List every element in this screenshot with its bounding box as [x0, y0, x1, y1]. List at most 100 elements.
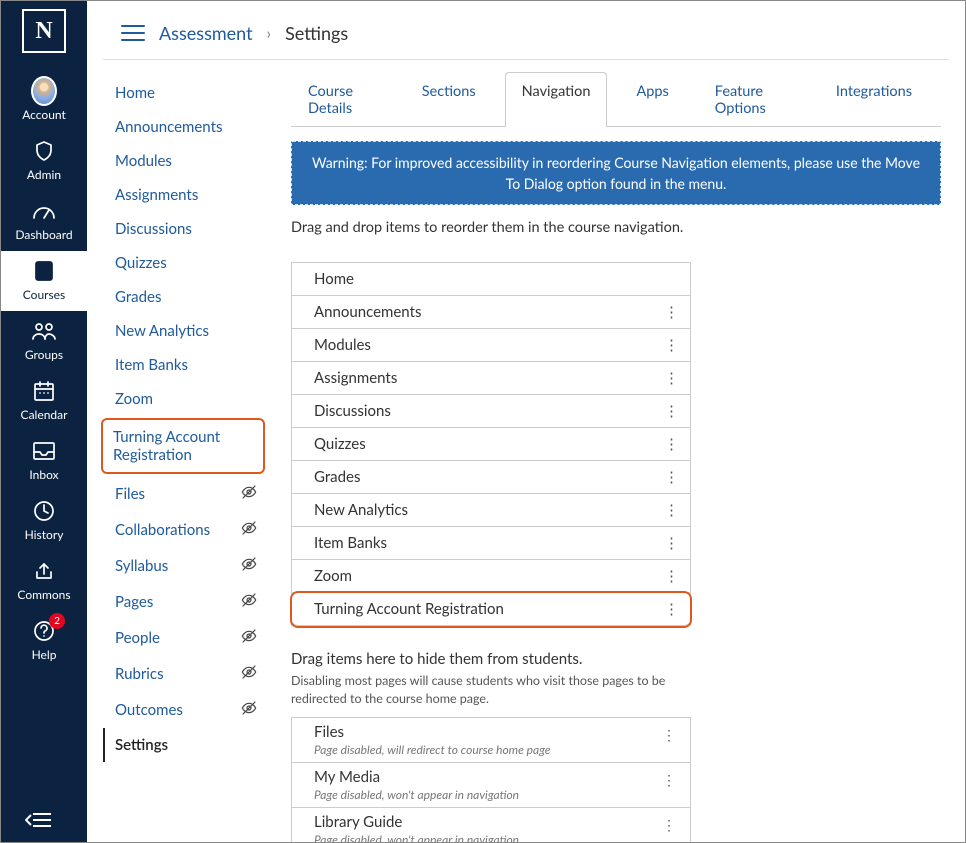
- hidden-row[interactable]: Library Guide Page disabled, won't appea…: [292, 808, 690, 842]
- collapse-nav-button[interactable]: [1, 801, 87, 842]
- coursenav-item[interactable]: Files: [103, 476, 263, 512]
- kebab-icon[interactable]: ⋮: [664, 369, 676, 387]
- nav-row-label: Turning Account Registration: [314, 600, 504, 618]
- coursenav-item[interactable]: Outcomes: [103, 692, 263, 728]
- nav-row[interactable]: Modules⋮: [292, 329, 690, 362]
- nav-row[interactable]: Item Banks ⋮: [292, 527, 690, 560]
- hidden-row-note: Page disabled, won't appear in navigatio…: [314, 787, 519, 802]
- gnav-label: Help: [32, 647, 57, 662]
- hidden-row[interactable]: Files Page disabled, will redirect to co…: [292, 718, 690, 763]
- coursenav-label: Settings: [115, 736, 168, 754]
- breadcrumb-separator: ›: [267, 24, 272, 43]
- nav-row[interactable]: Assignments ⋮: [292, 362, 690, 395]
- kebab-icon[interactable]: ⋮: [664, 435, 676, 453]
- tab-navigation[interactable]: Navigation: [505, 72, 608, 127]
- kebab-icon[interactable]: ⋮: [662, 813, 676, 834]
- hidden-icon: [241, 520, 257, 540]
- people-icon: [31, 318, 57, 344]
- shield-icon: [31, 138, 57, 164]
- nav-row[interactable]: Turning Account Registration ⋮: [292, 593, 690, 626]
- kebab-icon[interactable]: ⋮: [664, 600, 676, 618]
- coursenav-item[interactable]: Collaborations: [103, 512, 263, 548]
- kebab-icon[interactable]: ⋮: [662, 723, 676, 744]
- global-nav: N Account Admin Dashboard Courses Groups…: [1, 1, 87, 842]
- hidden-section-heading: Drag items here to hide them from studen…: [291, 650, 941, 668]
- coursenav-label: Announcements: [115, 118, 222, 136]
- settings-tabs: Course DetailsSectionsNavigationAppsFeat…: [291, 72, 941, 127]
- coursenav-label: Turning Account Registration: [113, 428, 257, 464]
- tab-apps[interactable]: Apps: [619, 72, 685, 126]
- coursenav-item[interactable]: Turning Account Registration: [101, 418, 265, 474]
- coursenav-item[interactable]: Item Banks: [103, 348, 263, 382]
- gnav-commons[interactable]: Commons: [1, 551, 87, 611]
- gnav-courses[interactable]: Courses: [1, 251, 87, 311]
- nav-row[interactable]: Announcements⋮: [292, 296, 690, 329]
- kebab-icon[interactable]: ⋮: [664, 501, 676, 519]
- hidden-row-label: Library Guide: [314, 813, 519, 831]
- coursenav-item[interactable]: Settings: [103, 728, 263, 762]
- coursenav-item[interactable]: Grades: [103, 280, 263, 314]
- kebab-icon[interactable]: ⋮: [662, 768, 676, 789]
- coursenav-item[interactable]: Zoom: [103, 382, 263, 416]
- kebab-icon[interactable]: ⋮: [664, 534, 676, 552]
- accessibility-warning: Warning: For improved accessibility in r…: [291, 141, 941, 205]
- hidden-nav-list[interactable]: Files Page disabled, will redirect to co…: [291, 717, 691, 842]
- gnav-calendar[interactable]: Calendar: [1, 371, 87, 431]
- tab-feature-options[interactable]: Feature Options: [698, 72, 807, 126]
- gnav-label: History: [25, 527, 64, 542]
- kebab-icon[interactable]: ⋮: [664, 567, 676, 585]
- gnav-history[interactable]: History: [1, 491, 87, 551]
- nav-row[interactable]: Home: [292, 263, 690, 296]
- kebab-icon[interactable]: ⋮: [664, 402, 676, 420]
- coursenav-item[interactable]: Quizzes: [103, 246, 263, 280]
- clock-icon: [31, 498, 57, 524]
- tab-integrations[interactable]: Integrations: [819, 72, 929, 126]
- kebab-icon[interactable]: ⋮: [664, 336, 676, 354]
- coursenav-label: Grades: [115, 288, 161, 306]
- coursenav-item[interactable]: Assignments: [103, 178, 263, 212]
- badge: 2: [49, 613, 65, 629]
- nav-row[interactable]: Discussions ⋮: [292, 395, 690, 428]
- nav-row[interactable]: Zoom⋮: [292, 560, 690, 593]
- coursenav-item[interactable]: People: [103, 620, 263, 656]
- inbox-icon: [31, 438, 57, 464]
- hidden-row[interactable]: My Media Page disabled, won't appear in …: [292, 763, 690, 808]
- coursenav-item[interactable]: Home: [103, 76, 263, 110]
- tab-course-details[interactable]: Course Details: [291, 72, 393, 126]
- nav-row[interactable]: New Analytics⋮: [292, 494, 690, 527]
- gnav-label: Admin: [27, 167, 61, 182]
- nav-row[interactable]: Quizzes⋮: [292, 428, 690, 461]
- coursenav-item[interactable]: New Analytics: [103, 314, 263, 348]
- nav-row-label: Item Banks: [314, 534, 387, 552]
- coursenav-item[interactable]: Rubrics: [103, 656, 263, 692]
- hidden-row-label: My Media: [314, 768, 519, 786]
- gnav-inbox[interactable]: Inbox: [1, 431, 87, 491]
- coursenav-label: Assignments: [115, 186, 198, 204]
- coursenav-item[interactable]: Pages: [103, 584, 263, 620]
- gnav-dashboard[interactable]: Dashboard: [1, 191, 87, 251]
- school-logo[interactable]: N: [22, 9, 66, 53]
- gnav-label: Groups: [25, 347, 63, 362]
- coursenav-label: Rubrics: [115, 665, 164, 683]
- tab-sections[interactable]: Sections: [405, 72, 493, 126]
- kebab-icon[interactable]: ⋮: [664, 303, 676, 321]
- gnav-label: Account: [22, 107, 66, 122]
- coursenav-item[interactable]: Announcements: [103, 110, 263, 144]
- gnav-admin[interactable]: Admin: [1, 131, 87, 191]
- avatar-icon: [31, 78, 57, 104]
- enabled-nav-list[interactable]: HomeAnnouncements⋮Modules⋮Assignments⋮Di…: [291, 262, 691, 626]
- coursenav-label: New Analytics: [115, 322, 209, 340]
- kebab-icon[interactable]: ⋮: [664, 468, 676, 486]
- nav-row-label: Discussions: [314, 402, 391, 420]
- coursenav-item[interactable]: Syllabus: [103, 548, 263, 584]
- hidden-row-note: Page disabled, will redirect to course h…: [314, 742, 551, 757]
- gnav-groups[interactable]: Groups: [1, 311, 87, 371]
- coursenav-item[interactable]: Modules: [103, 144, 263, 178]
- gnav-help[interactable]: Help 2: [1, 611, 87, 671]
- breadcrumb-parent[interactable]: Assessment: [159, 22, 253, 44]
- hamburger-icon[interactable]: [121, 21, 145, 45]
- nav-row-label: Assignments: [314, 369, 397, 387]
- coursenav-item[interactable]: Discussions: [103, 212, 263, 246]
- nav-row[interactable]: Grades⋮: [292, 461, 690, 494]
- gnav-account[interactable]: Account: [1, 71, 87, 131]
